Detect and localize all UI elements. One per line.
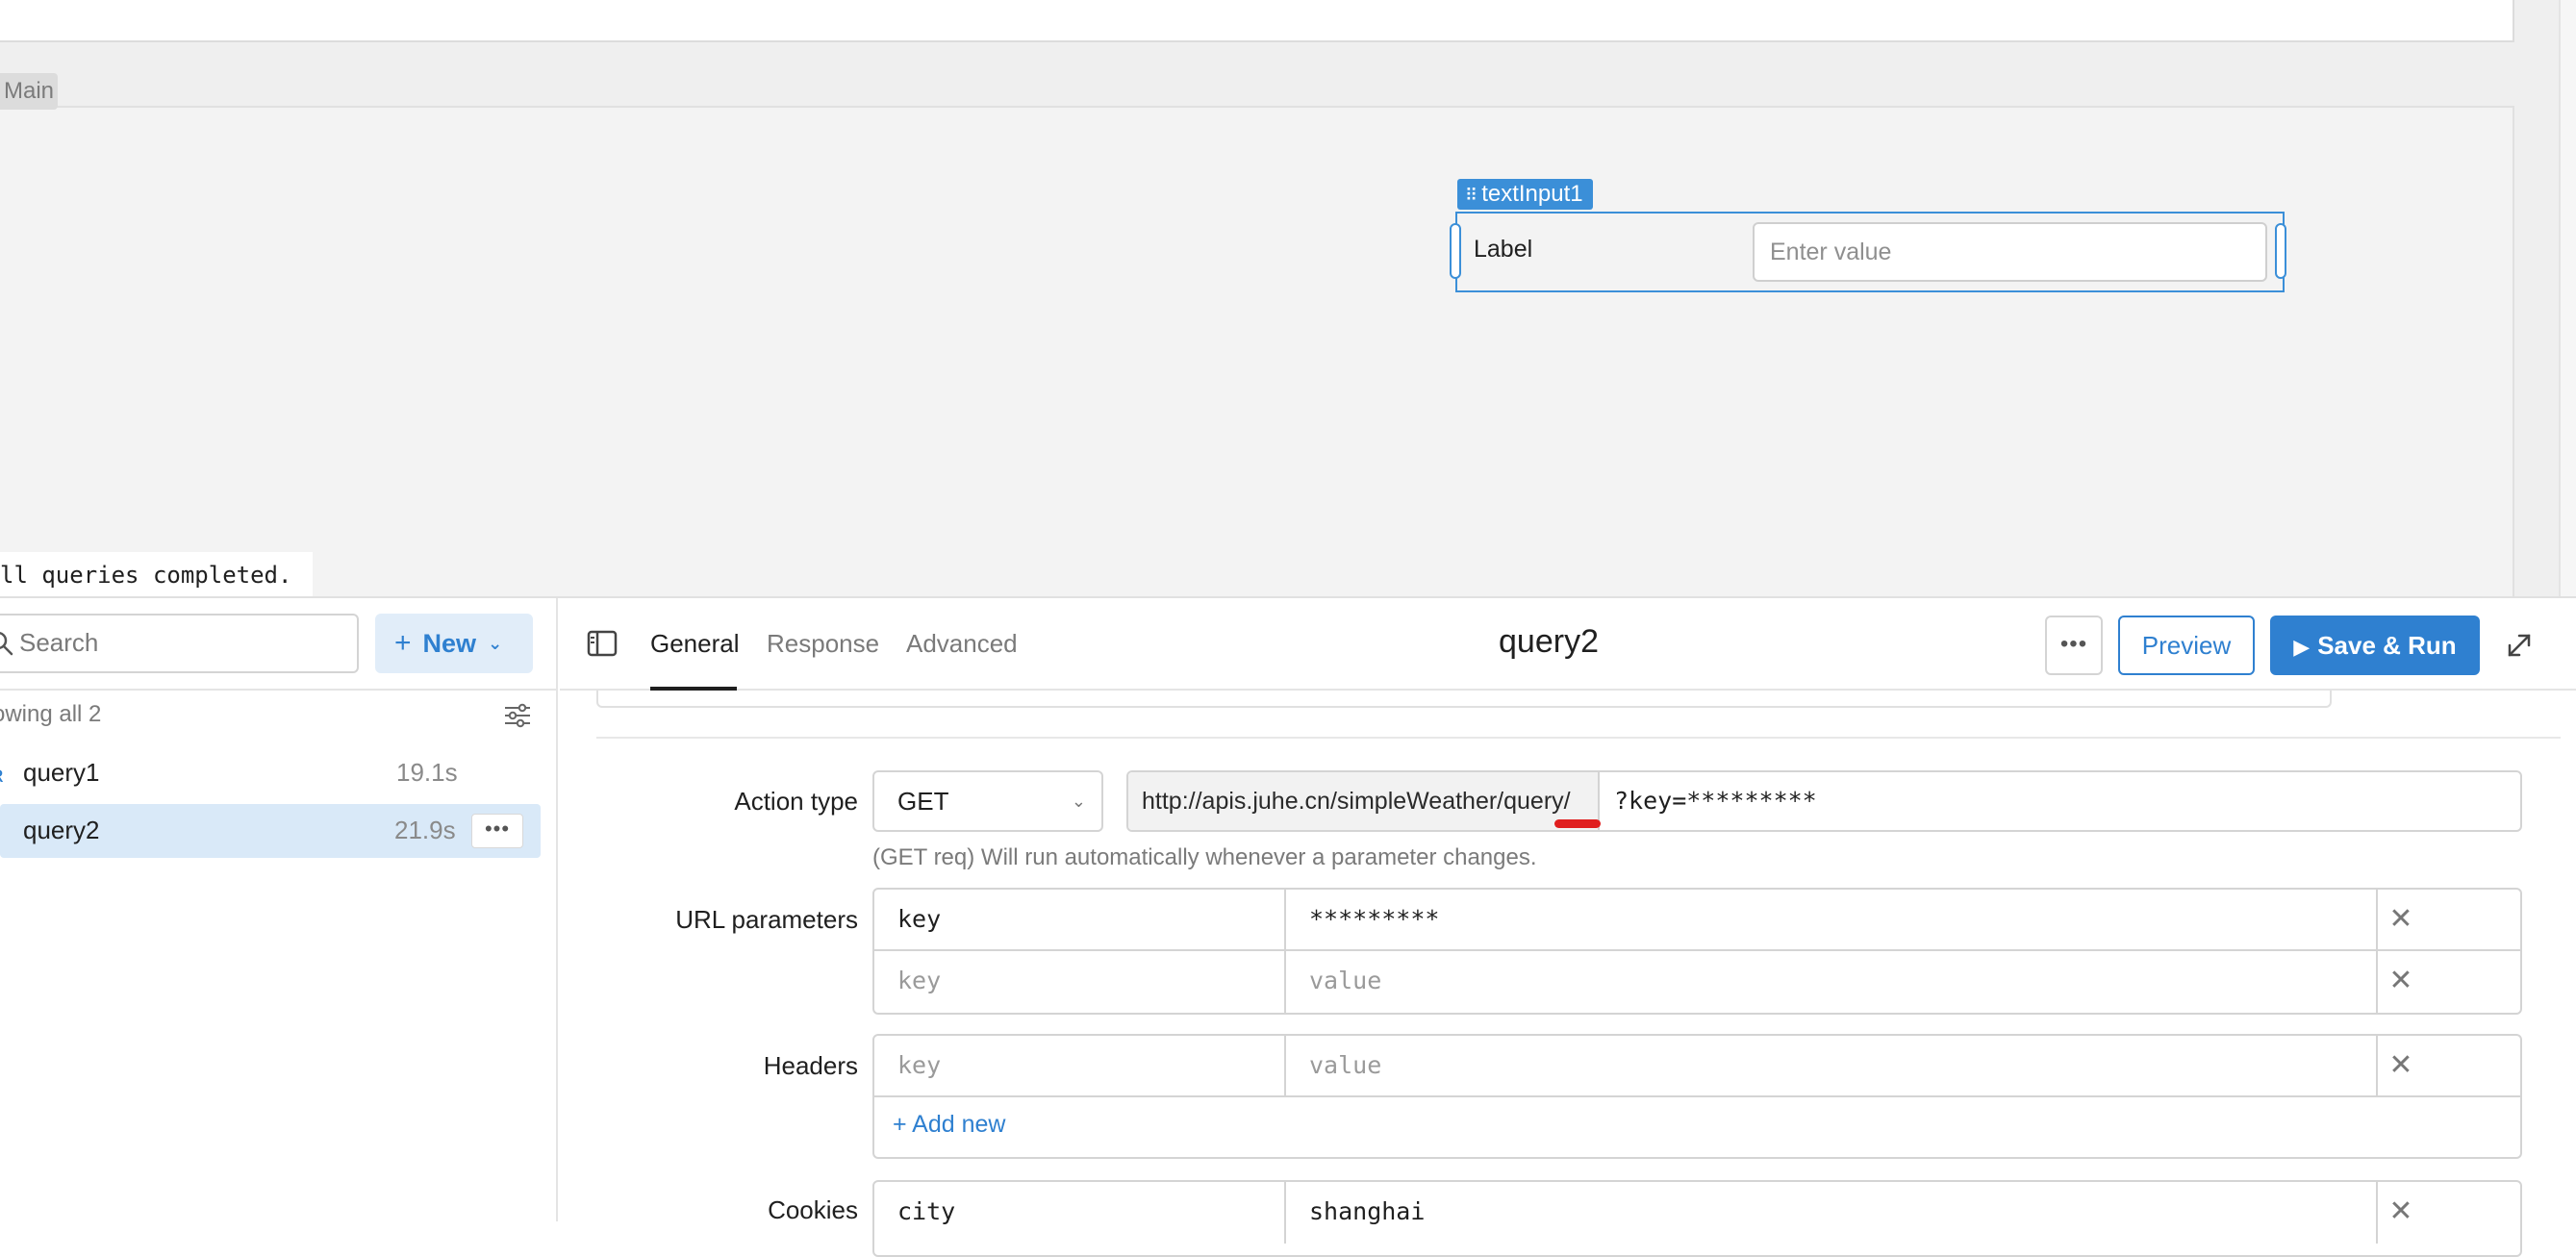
save-run-label: Save & Run [2317,631,2457,660]
param-key-input[interactable]: key [874,951,1286,1013]
preview-button[interactable]: Preview [2118,616,2255,675]
url-base: http://apis.juhe.cn/simpleWeather/query/ [1128,772,1600,830]
tab-response[interactable]: Response [767,629,879,659]
param-key-input[interactable]: key [874,890,1286,949]
remove-row-icon[interactable]: ✕ [2378,890,2424,949]
header-row: key value ✕ [874,1036,2520,1097]
action-helper-text: (GET req) Will run automatically wheneve… [872,844,1537,871]
tab-general[interactable]: General [650,629,740,659]
main-frame[interactable] [0,106,2514,598]
action-method: GET [897,787,948,816]
resize-handle-right[interactable] [2275,223,2286,279]
cookies-table: city shanghai ✕ [872,1180,2522,1257]
query-resource-icon: ꝛ [0,758,3,790]
drag-handle-icon[interactable]: ⠿ [1465,186,1476,205]
query-title[interactable]: query2 [1395,623,1703,661]
query-list-item[interactable]: ꝛ query1 19.1s [0,746,541,800]
header-value-input[interactable]: value [1286,1036,2378,1095]
add-new-header-button[interactable]: + Add new [893,1111,1005,1139]
more-options-button[interactable]: ••• [2045,616,2103,675]
query-count-text: owing all 2 [0,701,101,728]
tab-advanced[interactable]: Advanced [906,629,1018,659]
url-parameters-label: URL parameters [569,905,858,935]
resize-handle-left[interactable] [1450,223,1461,279]
remove-row-icon[interactable]: ✕ [2378,1036,2424,1095]
query-name: query1 [23,758,100,788]
cookie-key-input[interactable]: city [874,1182,1286,1244]
param-row: key value ✕ [874,951,2520,1013]
new-query-button[interactable]: + New ⌄ [375,614,533,673]
remove-row-icon[interactable]: ✕ [2378,1182,2424,1244]
headers-label: Headers [569,1051,858,1081]
status-toast: ll queries completed. [0,552,313,596]
cookie-row: city shanghai ✕ [874,1182,2520,1244]
param-value-input[interactable]: ********* [1286,890,2378,949]
param-row: key ********* ✕ [874,890,2520,951]
query-list-item-selected[interactable]: } query2 21.9s [0,804,541,858]
query-runtime: 21.9s [394,816,456,845]
url-query-string[interactable]: ?key=********* [1614,772,1817,830]
component-name-tag[interactable]: ⠿ textInput1 [1457,179,1593,210]
cookies-label: Cookies [569,1195,858,1225]
chevron-down-icon: ⌄ [1072,772,1086,830]
query-name: query2 [23,816,100,845]
header-key-input[interactable]: key [874,1036,1286,1095]
query-more-button[interactable]: ••• [471,814,523,848]
query-sidebar [0,598,558,1221]
url-parameters-table: key ********* ✕ key value ✕ [872,888,2522,1015]
filter-settings-icon[interactable] [502,700,533,731]
header-frame [0,0,2514,42]
annotation-underline [1554,819,1601,828]
chevron-down-icon: ⌄ [488,634,502,653]
text-input-label: Label [1474,236,1532,264]
save-and-run-button[interactable]: ▶ Save & Run [2270,616,2480,675]
plus-icon: + [394,627,412,659]
new-button-label: New [423,629,477,658]
component-name: textInput1 [1481,181,1582,207]
action-type-label: Action type [569,787,858,817]
play-icon: ▶ [2293,635,2310,659]
canvas-right-gutter [2559,0,2576,596]
cookie-value-input[interactable]: shanghai [1286,1182,2378,1244]
headers-table: key value ✕ [872,1034,2522,1159]
expand-icon[interactable] [2505,631,2534,660]
text-input-field[interactable]: Enter value [1753,222,2267,282]
collapsed-section-edge [596,691,2332,708]
query-runtime: 19.1s [396,758,458,788]
section-divider [596,737,2561,739]
remove-row-icon[interactable]: ✕ [2378,951,2424,1013]
sidebar-divider [0,689,556,691]
search-placeholder: Search [19,628,98,658]
param-value-input[interactable]: value [1286,951,2378,1013]
action-type-select[interactable]: GET ⌄ [872,770,1103,832]
sidebar-toggle-icon[interactable] [587,630,618,657]
main-frame-tag: Main [0,73,58,110]
search-icon [0,629,15,658]
